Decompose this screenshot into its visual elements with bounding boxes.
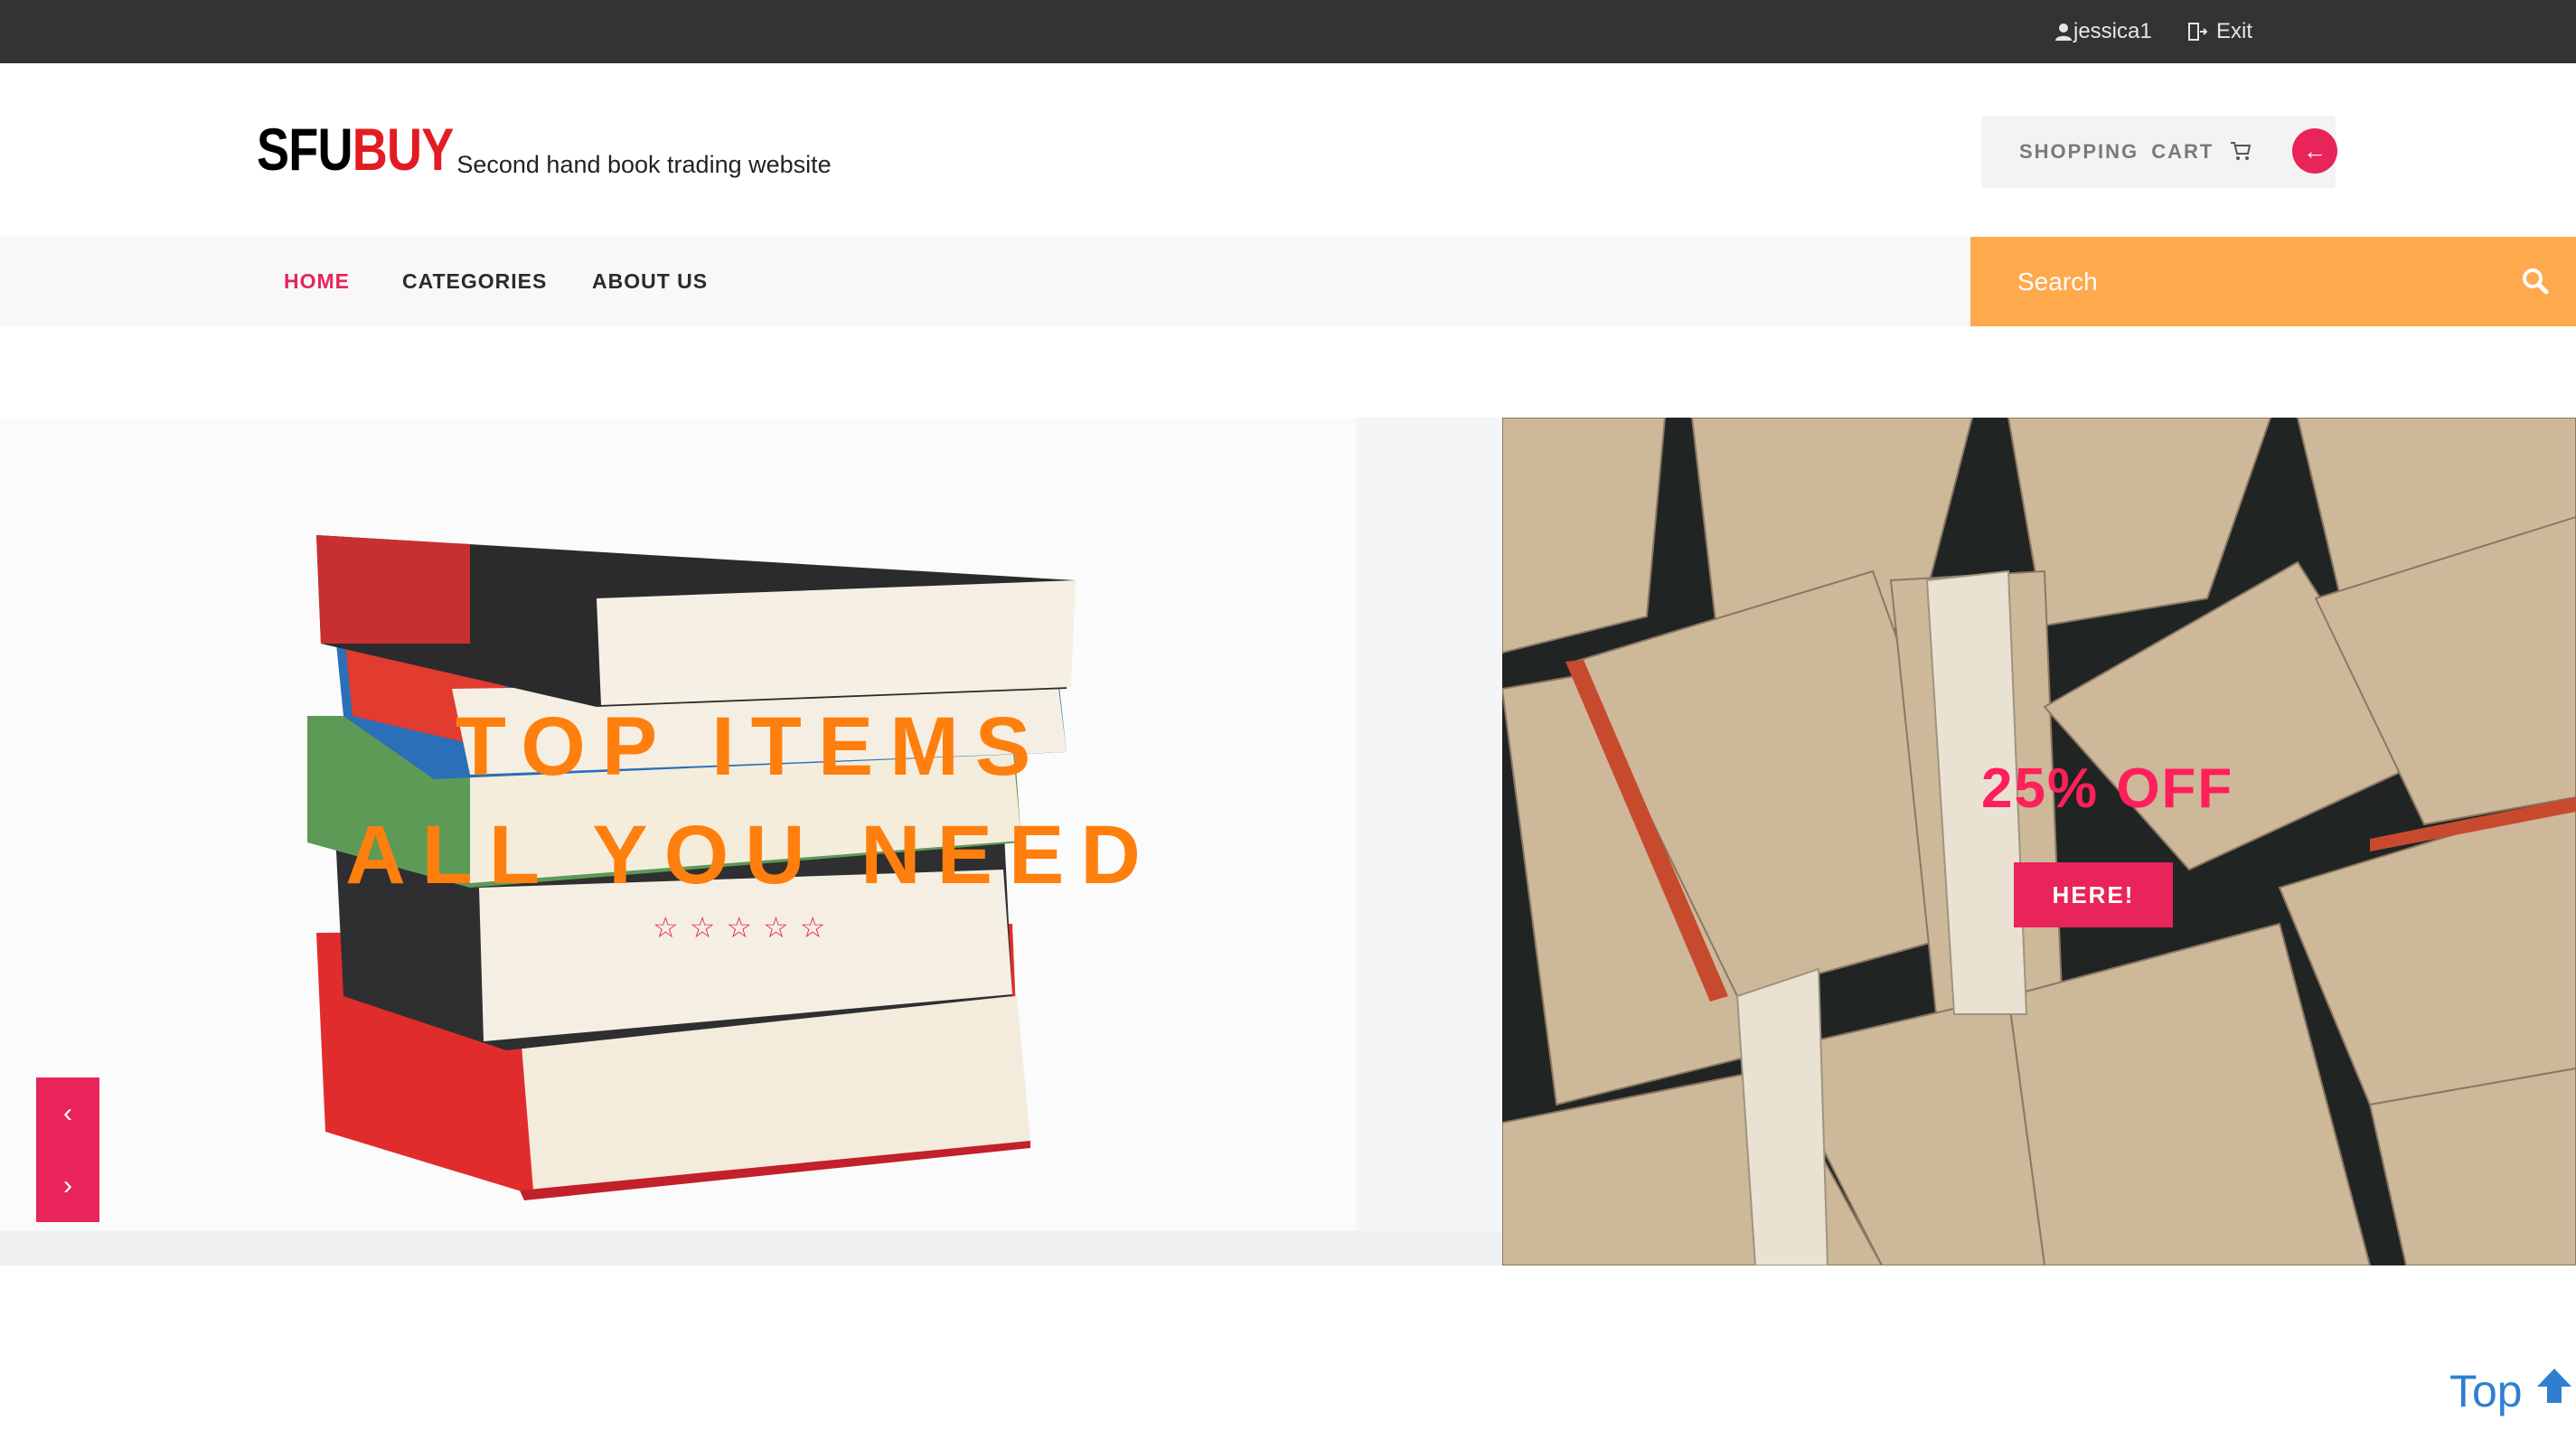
chevron-right-icon: › bbox=[63, 1171, 72, 1200]
hero-banner: TOP ITEMS ALL YOU NEED bbox=[0, 418, 1502, 1265]
search-bar bbox=[1970, 237, 2576, 326]
open-books-image bbox=[1502, 418, 2576, 1265]
site-logo[interactable]: SFU BUY Second hand book trading website bbox=[257, 119, 832, 179]
search-icon[interactable] bbox=[2520, 266, 2551, 301]
top-bar: jessica1 Exit bbox=[0, 0, 2576, 63]
back-arrow-icon: ← bbox=[2303, 136, 2327, 165]
nav-home[interactable]: HOME bbox=[284, 237, 350, 326]
nav-about-us[interactable]: ABOUT US bbox=[592, 237, 708, 326]
star-icon: ☆ bbox=[653, 911, 679, 944]
logo-mark: SFU BUY bbox=[257, 119, 454, 179]
scroll-to-top-link[interactable]: Top bbox=[2449, 1365, 2575, 1417]
shopping-cart-button[interactable]: SHOPPING CART bbox=[1981, 116, 2336, 188]
star-icon: ☆ bbox=[799, 911, 826, 944]
search-input[interactable] bbox=[2017, 237, 2487, 326]
site-header: SFU BUY Second hand book trading website… bbox=[0, 63, 2576, 237]
chevron-left-icon: ‹ bbox=[63, 1098, 72, 1128]
carousel-next-button[interactable]: › bbox=[36, 1150, 99, 1222]
promo-banner: 25% OFF HERE! bbox=[1502, 418, 2576, 1265]
logo-part-1: SFU bbox=[257, 116, 353, 183]
star-icon: ☆ bbox=[763, 911, 789, 944]
shopping-cart-label: SHOPPING CART bbox=[2019, 140, 2214, 163]
scroll-to-top-label: Top bbox=[2449, 1366, 2523, 1416]
exit-label: Exit bbox=[2216, 19, 2253, 43]
back-arrow-button[interactable]: ← bbox=[2292, 128, 2337, 174]
cart-icon bbox=[2229, 139, 2252, 167]
rating-stars: ☆ ☆ ☆ ☆ ☆ bbox=[653, 913, 825, 942]
site-tagline: Second hand book trading website bbox=[456, 151, 832, 178]
logo-part-2: BUY bbox=[352, 116, 455, 183]
promo-here-button[interactable]: HERE! bbox=[2014, 862, 2173, 927]
hero-title-line-2: ALL YOU NEED bbox=[345, 809, 1157, 901]
user-icon bbox=[2054, 22, 2073, 42]
star-icon: ☆ bbox=[689, 911, 716, 944]
promo-title: 25% OFF bbox=[1981, 757, 2234, 820]
carousel-prev-button[interactable]: ‹ bbox=[36, 1077, 99, 1150]
star-icon: ☆ bbox=[726, 911, 753, 944]
logout-icon bbox=[2187, 22, 2207, 42]
arrow-up-icon bbox=[2534, 1365, 2575, 1417]
main-nav: HOME CATEGORIES ABOUT US bbox=[0, 237, 1970, 326]
username-label: jessica1 bbox=[2073, 19, 2152, 43]
hero-title-line-1: TOP ITEMS bbox=[455, 701, 1048, 793]
user-menu[interactable]: jessica1 bbox=[2054, 0, 2152, 63]
nav-categories[interactable]: CATEGORIES bbox=[402, 237, 547, 326]
exit-link[interactable]: Exit bbox=[2187, 0, 2252, 63]
